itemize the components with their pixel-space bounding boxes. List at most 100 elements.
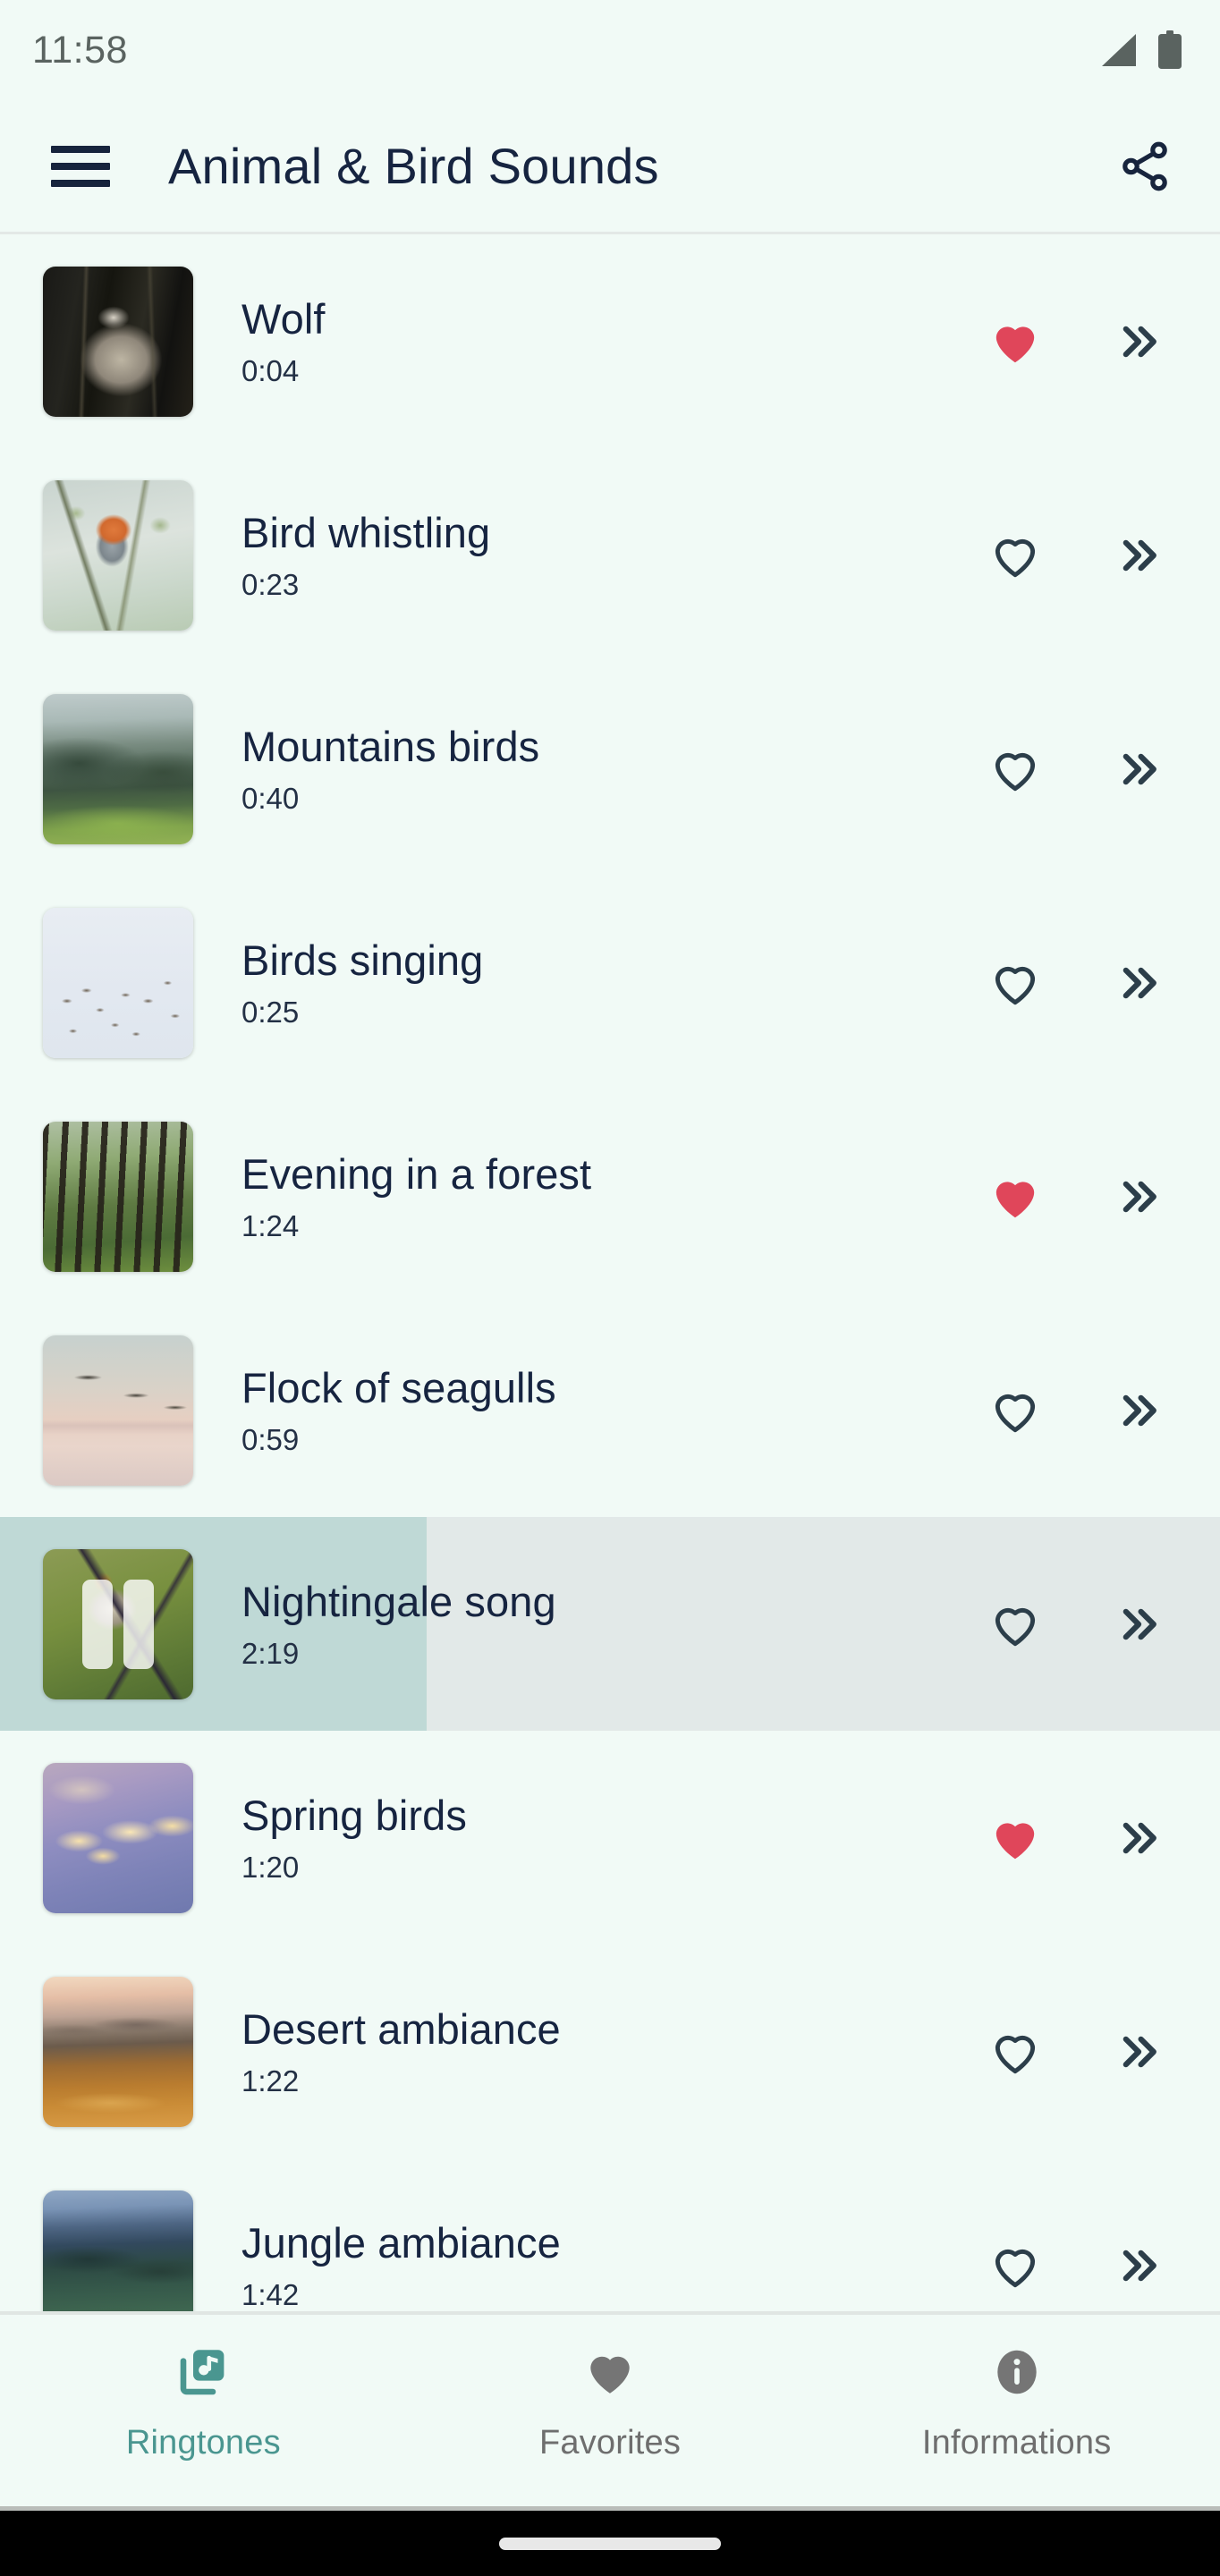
set-ringtone-button[interactable] <box>1100 2227 1177 2304</box>
sound-title: Jungle ambiance <box>241 2219 561 2267</box>
set-ringtone-button[interactable] <box>1100 945 1177 1021</box>
sound-thumbnail[interactable] <box>43 479 193 631</box>
favorite-toggle-button[interactable] <box>977 2227 1054 2304</box>
sound-thumbnail[interactable] <box>43 1335 193 1486</box>
double-chevron-right-icon <box>1123 1394 1156 1426</box>
favorite-toggle-button[interactable] <box>977 2013 1054 2090</box>
sound-actions <box>977 2013 1184 2090</box>
sound-duration: 1:24 <box>241 1208 300 1242</box>
sound-thumbnail[interactable] <box>43 2190 193 2311</box>
double-chevron-right-icon <box>1123 326 1156 357</box>
heart-filled-icon <box>995 1181 1035 1217</box>
sound-actions <box>977 1586 1184 1663</box>
set-ringtone-button[interactable] <box>1100 1586 1177 1663</box>
heart-outline-icon <box>995 538 1036 577</box>
sound-thumbnail[interactable] <box>43 693 193 844</box>
music-library-icon <box>181 2350 225 2395</box>
set-ringtone-button[interactable] <box>1100 2013 1177 2090</box>
set-ringtone-button[interactable] <box>1100 303 1177 380</box>
battery-full-icon <box>1158 30 1182 69</box>
pause-icon[interactable] <box>43 1549 193 1699</box>
sound-list-item[interactable]: Evening in a forest 1:24 <box>0 1089 1220 1303</box>
favorite-toggle-button[interactable] <box>977 1586 1054 1663</box>
sound-thumbnail[interactable] <box>43 907 193 1058</box>
sound-duration: 0:23 <box>241 567 300 601</box>
nav-item-label: Favorites <box>538 2424 682 2462</box>
sound-info: Mountains birds 0:40 <box>241 724 977 815</box>
sound-thumbnail[interactable] <box>43 1976 193 2127</box>
thumbnail-artwork <box>43 1762 193 1913</box>
nav-item-ringtones[interactable]: Ringtones <box>0 2340 407 2462</box>
sound-list-item[interactable]: Birds singing 0:25 <box>0 876 1220 1089</box>
heart-filled-icon <box>995 326 1035 362</box>
thumbnail-artwork <box>43 1976 193 2127</box>
sound-title: Evening in a forest <box>241 1150 592 1199</box>
sound-actions <box>977 1158 1184 1235</box>
info-circle-icon <box>996 2350 1037 2394</box>
system-gesture-bar <box>0 2506 1220 2576</box>
heart-outline-icon <box>995 2249 1036 2287</box>
sound-actions <box>977 1372 1184 1449</box>
status-clock: 11:58 <box>32 28 128 72</box>
sound-duration: 1:42 <box>241 2277 300 2311</box>
sound-actions <box>977 2227 1184 2304</box>
sound-duration: 0:25 <box>241 995 300 1029</box>
sound-list[interactable]: Wolf 0:04 Bird whistling 0:23 Mountains bird… <box>0 234 1220 2311</box>
double-chevron-right-icon <box>1123 1181 1156 1212</box>
favorite-toggle-button[interactable] <box>977 1800 1054 1877</box>
sound-actions <box>977 731 1184 808</box>
sound-duration: 0:59 <box>241 1422 300 1456</box>
sound-title: Bird whistling <box>241 509 491 557</box>
sound-list-item[interactable]: Desert ambiance 1:22 <box>0 1945 1220 2158</box>
sound-list-item[interactable]: Bird whistling 0:23 <box>0 448 1220 662</box>
heart-filled-icon <box>590 2356 630 2394</box>
home-gesture-pill[interactable] <box>499 2537 721 2550</box>
sound-thumbnail[interactable] <box>43 1121 193 1272</box>
set-ringtone-button[interactable] <box>1100 731 1177 808</box>
sound-info: Bird whistling 0:23 <box>241 509 977 601</box>
sound-duration: 2:19 <box>241 1636 300 1670</box>
share-icon[interactable] <box>1109 131 1181 202</box>
favorite-toggle-button[interactable] <box>977 945 1054 1021</box>
sound-duration: 0:40 <box>241 781 300 815</box>
set-ringtone-button[interactable] <box>1100 1372 1177 1449</box>
favorite-toggle-button[interactable] <box>977 1158 1054 1235</box>
set-ringtone-button[interactable] <box>1100 1158 1177 1235</box>
heart-outline-icon <box>995 966 1036 1004</box>
hamburger-menu-icon[interactable] <box>43 129 118 204</box>
sound-info: Flock of seagulls 0:59 <box>241 1366 977 1456</box>
sound-thumbnail[interactable] <box>43 1548 193 1699</box>
sound-list-item[interactable]: Spring birds 1:20 <box>0 1731 1220 1945</box>
nav-item-informations[interactable]: Informations <box>813 2340 1220 2462</box>
thumbnail-artwork <box>43 2190 193 2311</box>
set-ringtone-button[interactable] <box>1100 1800 1177 1877</box>
status-bar: 11:58 <box>0 0 1220 100</box>
double-chevron-right-icon <box>1123 2036 1156 2067</box>
nav-item-label: Informations <box>921 2424 1112 2462</box>
double-chevron-right-icon <box>1123 753 1156 784</box>
thumbnail-artwork <box>43 1121 193 1272</box>
sound-list-item[interactable]: Wolf 0:04 <box>0 234 1220 448</box>
heart-outline-icon <box>995 1394 1036 1432</box>
favorite-toggle-button[interactable] <box>977 517 1054 594</box>
thumbnail-artwork <box>43 266 193 417</box>
sound-thumbnail[interactable] <box>43 266 193 417</box>
sound-title: Nightingale song <box>241 1578 556 1626</box>
sound-thumbnail[interactable] <box>43 1762 193 1913</box>
set-ringtone-button[interactable] <box>1100 517 1177 594</box>
favorite-toggle-button[interactable] <box>977 303 1054 380</box>
sound-list-item[interactable]: Jungle ambiance 1:42 <box>0 2158 1220 2311</box>
sound-list-item[interactable]: Nightingale song 2:19 <box>0 1517 1220 1731</box>
sound-info: Jungle ambiance 1:42 <box>241 2221 977 2309</box>
nav-item-favorites[interactable]: Favorites <box>407 2340 814 2462</box>
signal-bars-icon <box>1102 34 1136 66</box>
favorite-toggle-button[interactable] <box>977 731 1054 808</box>
double-chevron-right-icon <box>1123 539 1156 571</box>
favorite-toggle-button[interactable] <box>977 1372 1054 1449</box>
double-chevron-right-icon <box>1123 2250 1156 2281</box>
sound-list-item[interactable]: Flock of seagulls 0:59 <box>0 1303 1220 1517</box>
sound-actions <box>977 1800 1184 1877</box>
music-library-icon <box>174 2340 233 2404</box>
sound-actions <box>977 517 1184 594</box>
sound-list-item[interactable]: Mountains birds 0:40 <box>0 662 1220 876</box>
